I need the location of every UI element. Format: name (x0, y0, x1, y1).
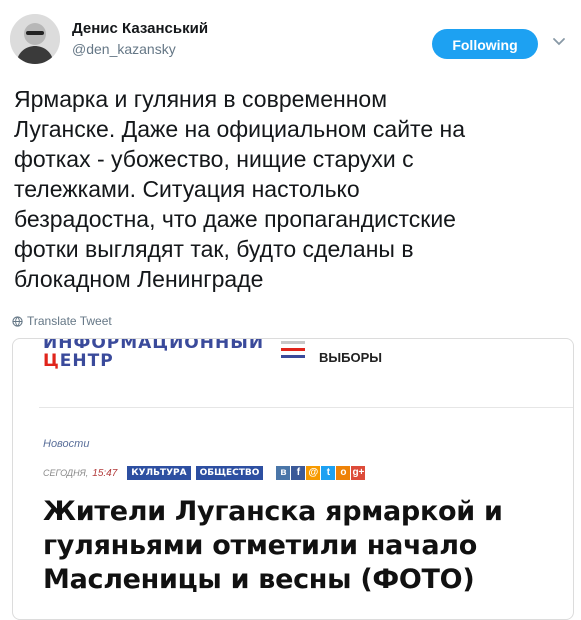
user-name[interactable]: Денис Казанський (72, 20, 208, 37)
logo-bottom-text: ЦЕНТР (43, 351, 114, 371)
nav-elections-link[interactable]: ВЫБОРЫ (319, 350, 382, 365)
category-link[interactable]: Новости (43, 438, 89, 450)
translate-tweet-link[interactable]: Translate Tweet (12, 314, 112, 328)
chevron-down-icon[interactable] (552, 35, 566, 49)
translate-label: Translate Tweet (27, 314, 112, 328)
facebook-icon[interactable]: f (291, 466, 306, 480)
menu-icon[interactable] (281, 341, 305, 359)
article-title[interactable]: Жители Луганска ярмаркой и гуляньями отм… (43, 495, 553, 597)
google-plus-icon[interactable]: g+ (351, 466, 366, 480)
tag-society[interactable]: ОБЩЕСТВО (195, 466, 264, 480)
date-label: сегодня, (43, 468, 89, 478)
link-card[interactable]: ИНФОРМАЦИОННЫЙ ЦЕНТР ВЫБОРЫ Новости сего… (12, 338, 574, 620)
site-logo[interactable]: ИНФОРМАЦИОННЫЙ ЦЕНТР (43, 339, 283, 377)
tweet-text: Ярмарка и гуляния в современном Луганске… (14, 86, 466, 292)
card-divider (39, 407, 573, 408)
twitter-icon[interactable]: t (321, 466, 336, 480)
following-button[interactable]: Following (432, 29, 538, 59)
tag-culture[interactable]: КУЛЬТУРА (127, 466, 191, 480)
time-label: 15:47 (92, 467, 118, 479)
globe-icon (12, 315, 23, 327)
logo-bottom-rest: ЕНТР (59, 351, 114, 371)
mail-icon[interactable]: @ (306, 466, 321, 480)
odnoklassniki-icon[interactable]: о (336, 466, 351, 480)
avatar-image (10, 14, 60, 64)
article-meta: сегодня, 15:47 КУЛЬТУРА ОБЩЕСТВО в f @ t… (43, 465, 366, 481)
logo-red-letter: Ц (43, 351, 60, 371)
avatar[interactable] (10, 14, 60, 64)
share-buttons: в f @ t о g+ (276, 466, 366, 480)
user-handle[interactable]: @den_kazansky (72, 41, 176, 57)
tweet-header: Денис Казанський @den_kazansky Following (0, 0, 581, 80)
vk-icon[interactable]: в (276, 466, 291, 480)
